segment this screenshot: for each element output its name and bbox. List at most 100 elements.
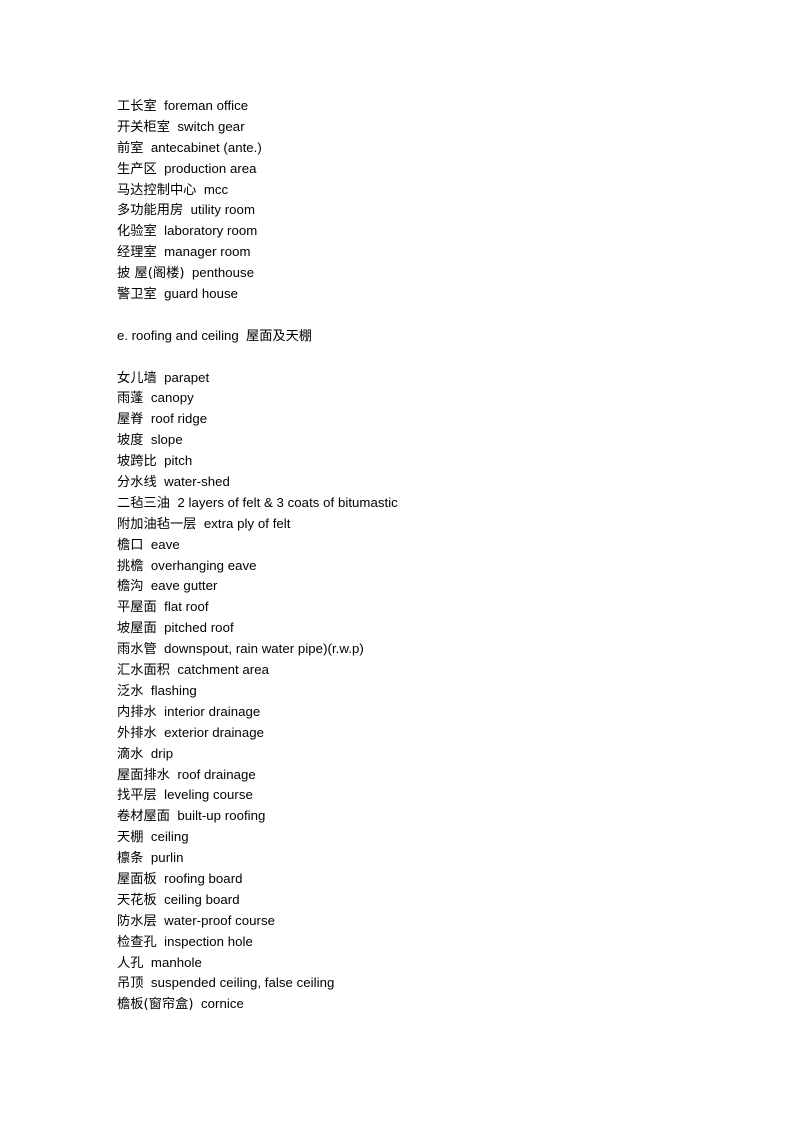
- glossary-separator: [143, 411, 150, 426]
- glossary-term-zh: 生产区: [117, 161, 157, 177]
- glossary-gloss-en: ceiling board: [164, 891, 240, 907]
- glossary-entry: 雨蓬 canopy: [117, 388, 737, 409]
- glossary-separator: [194, 996, 201, 1011]
- glossary-entry: 雨水管 downspout, rain water pipe)(r.w.p): [117, 639, 737, 660]
- glossary-entry: 檩条 purlin: [117, 848, 737, 869]
- glossary-gloss-en: extra ply of felt: [203, 515, 291, 531]
- glossary-entry: 泛水 flashing: [117, 681, 737, 702]
- glossary-gloss-en: flat roof: [164, 599, 209, 615]
- glossary-entry: 平屋面 flat roof: [117, 597, 737, 618]
- glossary-term-zh: 披 屋(阁楼): [117, 266, 185, 282]
- glossary-entry: 分水线 water-shed: [117, 472, 737, 493]
- glossary-term-zh: 屋面板: [117, 871, 157, 887]
- glossary-term-zh: 检查孔: [117, 934, 157, 950]
- glossary-entry: 人孔 manhole: [117, 953, 737, 974]
- glossary-separator: [196, 182, 203, 197]
- glossary-entry: 警卫室 guard house: [117, 284, 737, 305]
- glossary-gloss-en: canopy: [150, 390, 194, 406]
- glossary-entry: 化验室 laboratory room: [117, 221, 737, 242]
- glossary-separator: [143, 537, 150, 552]
- glossary-entry: 檐板(窗帘盒) cornice: [117, 994, 737, 1015]
- glossary-term-zh: 防水层: [117, 913, 157, 929]
- glossary-gloss-en: water-shed: [164, 474, 230, 490]
- glossary-gloss-en: parapet: [164, 369, 210, 385]
- glossary-term-zh: 滴水: [117, 746, 144, 762]
- glossary-term-zh: 屋脊: [117, 412, 144, 428]
- glossary-entry: 坡屋面 pitched roof: [117, 618, 737, 639]
- glossary-gloss-en: penthouse: [192, 265, 255, 281]
- glossary-gloss-en: guard house: [164, 286, 239, 302]
- glossary-term-zh: 女儿墙: [117, 370, 157, 386]
- glossary-entry: 女儿墙 parapet: [117, 368, 737, 389]
- glossary-entry: 找平层 leveling course: [117, 785, 737, 806]
- glossary-entry: 防水层 water-proof course: [117, 911, 737, 932]
- glossary-entry: 马达控制中心 mcc: [117, 180, 737, 201]
- glossary-separator: [143, 746, 150, 761]
- glossary-gloss-en: roof drainage: [177, 766, 256, 782]
- glossary-gloss-en: purlin: [150, 850, 184, 866]
- spacer-after-heading: [117, 347, 737, 368]
- glossary-term-zh: 坡度: [117, 433, 144, 449]
- glossary-term-zh: 附加油毡一层: [117, 516, 197, 532]
- glossary-entry: 附加油毡一层 extra ply of felt: [117, 514, 737, 535]
- glossary-entry: 檐口 eave: [117, 535, 737, 556]
- glossary-gloss-en: antecabinet (ante.): [150, 139, 262, 155]
- glossary-entry: 吊顶 suspended ceiling, false ceiling: [117, 973, 737, 994]
- glossary-entry: 檐沟 eave gutter: [117, 576, 737, 597]
- glossary-entry: 开关柜室 switch gear: [117, 117, 737, 138]
- glossary-gloss-en: pitch: [164, 453, 193, 469]
- glossary-term-zh: 雨水管: [117, 642, 157, 658]
- glossary-term-zh: 二毡三油: [117, 495, 170, 511]
- glossary-gloss-en: flashing: [150, 682, 197, 698]
- glossary-entry: 多功能用房 utility room: [117, 200, 737, 221]
- glossary-separator: [143, 390, 150, 405]
- glossary-gloss-en: drip: [150, 745, 174, 761]
- glossary-entry: 二毡三油 2 layers of felt & 3 coats of bitum…: [117, 493, 737, 514]
- glossary-term-zh: 檩条: [117, 851, 144, 867]
- glossary-gloss-en: 2 layers of felt & 3 coats of bitumastic: [177, 494, 398, 510]
- glossary-gloss-en: water-proof course: [164, 912, 275, 928]
- glossary-gloss-en: manhole: [150, 954, 202, 970]
- glossary-entry: 坡跨比 pitch: [117, 451, 737, 472]
- glossary-term-zh: 汇水面积: [117, 663, 170, 679]
- glossary-gloss-en: inspection hole: [164, 933, 253, 949]
- glossary-gloss-en: suspended ceiling, false ceiling: [150, 975, 335, 991]
- section-heading-roofing: e. roofing and ceiling 屋面及天棚: [117, 327, 312, 343]
- glossary-gloss-en: foreman office: [164, 98, 249, 113]
- glossary-gloss-en: interior drainage: [164, 703, 261, 719]
- glossary-term-zh: 内排水: [117, 704, 157, 720]
- glossary-separator: [143, 432, 150, 447]
- glossary-term-zh: 檐口: [117, 537, 144, 553]
- glossary-term-zh: 檐板(窗帘盒): [117, 997, 194, 1013]
- glossary-entry: 卷材屋面 built-up roofing: [117, 806, 737, 827]
- glossary-term-zh: 天棚: [117, 830, 144, 846]
- glossary-term-zh: 坡跨比: [117, 454, 157, 470]
- glossary-gloss-en: leveling course: [164, 787, 253, 803]
- glossary-content: 工长室 foreman office 开关柜室 switch gear 前室 ant…: [117, 96, 737, 1015]
- glossary-term-zh: 泛水: [117, 683, 144, 699]
- glossary-separator: [185, 265, 192, 280]
- glossary-gloss-en: overhanging eave: [150, 557, 257, 573]
- glossary-gloss-en: cornice: [201, 996, 244, 1012]
- glossary-term-zh: 卷材屋面: [117, 809, 170, 825]
- glossary-term-zh: 分水线: [117, 475, 157, 491]
- glossary-entry: 内排水 interior drainage: [117, 702, 737, 723]
- glossary-separator: [143, 578, 150, 593]
- glossary-term-zh: 马达控制中心: [117, 182, 197, 198]
- glossary-separator: [143, 140, 150, 155]
- glossary-gloss-en: built-up roofing: [177, 808, 266, 824]
- glossary-term-zh: 坡屋面: [117, 621, 157, 637]
- glossary-term-zh: 檐沟: [117, 579, 144, 595]
- glossary-gloss-en: eave: [150, 536, 180, 552]
- glossary-separator: [183, 202, 190, 217]
- glossary-entry: 工长室 foreman office: [117, 96, 737, 117]
- glossary-term-zh: 屋面排水: [117, 767, 170, 783]
- glossary-separator: [143, 975, 150, 990]
- glossary-entry: 坡度 slope: [117, 430, 737, 451]
- glossary-entry: 天花板 ceiling board: [117, 890, 737, 911]
- glossary-entry: 屋面板 roofing board: [117, 869, 737, 890]
- glossary-term-zh: 平屋面: [117, 600, 157, 616]
- glossary-term-zh: 挑檐: [117, 558, 144, 574]
- glossary-term-zh: 多功能用房: [117, 203, 184, 219]
- glossary-gloss-en: pitched roof: [164, 620, 234, 636]
